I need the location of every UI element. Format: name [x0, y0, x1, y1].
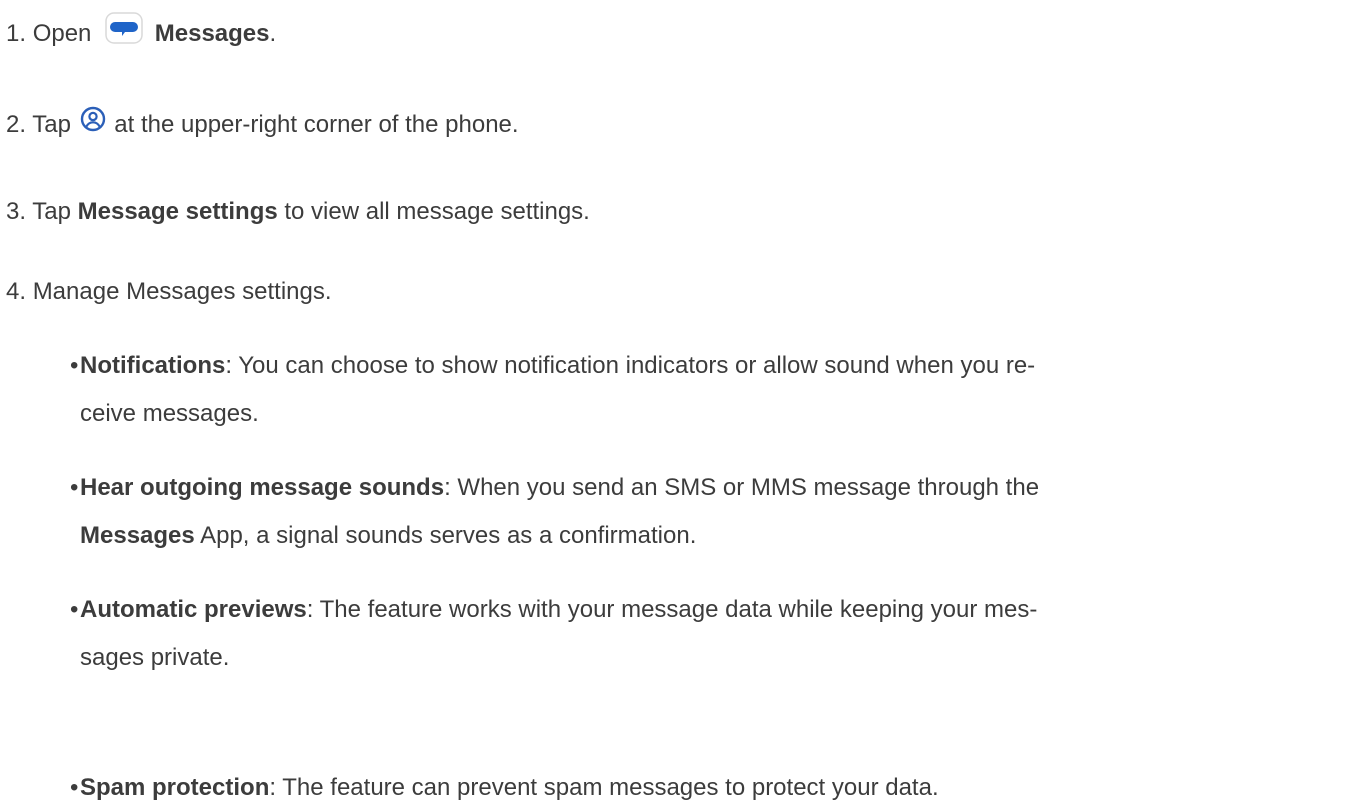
bullet-content: Hear outgoing message sounds: When you s… — [80, 464, 1352, 512]
step-1-number: 1. — [6, 19, 27, 47]
step-1-post: . — [269, 19, 277, 47]
step-4: 4. Manage Messages settings. — [6, 276, 332, 308]
bullet-dot: • — [70, 474, 79, 501]
step-2-post: at the upper-right corner of the phone. — [114, 110, 519, 138]
step-1-pre: Open — [32, 19, 92, 47]
bullet-notifications: • Notifications: You can choose to show … — [70, 342, 1352, 438]
step-3-post: to view all message settings. — [284, 198, 590, 225]
step-3-bold: Message settings — [77, 198, 278, 225]
bullet-continuation-bold: Messages — [80, 522, 195, 549]
bullet-text: : The feature can prevent spam messages … — [269, 774, 939, 801]
bullet-title: Spam protection — [80, 774, 270, 801]
step-1: 1. Open Messages. — [6, 12, 277, 55]
bullet-title: Hear outgoing message sounds — [80, 474, 445, 501]
step-2-pre: Tap — [32, 110, 71, 138]
bullet-continuation: sages private. — [80, 644, 230, 671]
bullet-dot: • — [70, 596, 79, 623]
profile-account-icon — [80, 106, 106, 141]
bullet-content: Spam protection: The feature can prevent… — [80, 764, 1352, 812]
messages-app-icon — [104, 12, 144, 53]
step-2-number: 2. — [6, 110, 27, 138]
bullet-dot: • — [70, 352, 79, 379]
bullet-content: Automatic previews: The feature works wi… — [80, 586, 1352, 634]
bullet-text: : When you send an SMS or MMS message th… — [444, 474, 1040, 501]
bullet-spam-protection: • Spam protection: The feature can preve… — [70, 764, 1352, 812]
bullet-content: Notifications: You can choose to show no… — [80, 342, 1352, 390]
step-3-number: 3. — [6, 198, 27, 225]
bullet-continuation: Messages App, a signal sounds serves as … — [80, 512, 1352, 560]
bullet-text: : You can choose to show notification in… — [225, 352, 1036, 379]
step-3: 3. Tap Message settings to view all mess… — [6, 196, 590, 228]
bullet-automatic-previews: • Automatic previews: The feature works … — [70, 586, 1352, 682]
bullet-text: : The feature works with your message da… — [306, 596, 1038, 623]
bullet-title: Notifications — [80, 352, 226, 379]
step-1-bold: Messages — [154, 19, 270, 47]
step-4-number: 4. — [6, 278, 27, 305]
bullet-title: Automatic previews — [80, 596, 307, 623]
bullet-continuation: ceive messages. — [80, 400, 259, 427]
step-2: 2. Tap at the upper-right corner of the … — [6, 106, 519, 143]
bullet-continuation-text: App, a signal sounds serves as a confirm… — [194, 522, 697, 549]
document: 1. Open Messages. 2. Tap at the upper-ri… — [0, 0, 1365, 812]
step-4-text: Manage Messages settings. — [32, 278, 332, 305]
bullet-dot: • — [70, 774, 79, 801]
bullet-outgoing-sounds: • Hear outgoing message sounds: When you… — [70, 464, 1352, 560]
step-3-pre: Tap — [32, 198, 71, 225]
